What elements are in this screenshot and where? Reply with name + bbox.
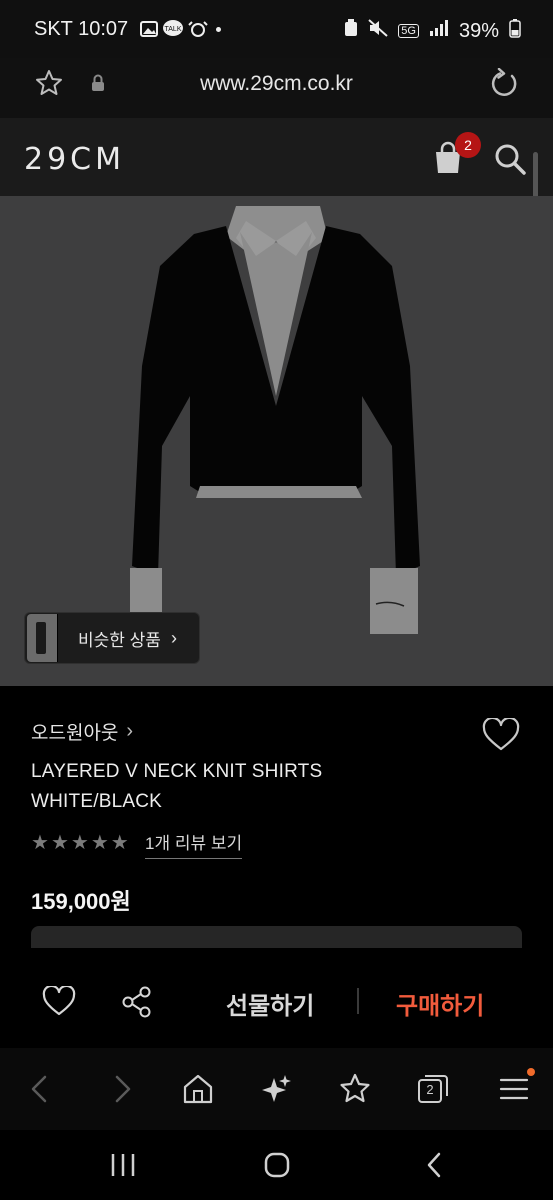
gift-button[interactable]: 선물하기 (226, 986, 314, 1021)
home-icon[interactable] (181, 1072, 215, 1106)
star-icon: ★ (50, 832, 69, 854)
svg-text:TALK: TALK (165, 26, 182, 33)
product-price: 159,000원 (31, 889, 131, 914)
tabs-count: 2 (426, 1082, 434, 1097)
similar-thumbnail (27, 614, 58, 662)
battery-icon (509, 18, 521, 44)
back-icon[interactable] (24, 1072, 58, 1106)
product-title: LAYERED V NECK KNIT SHIRTS WHITE/BLACK (31, 757, 322, 817)
status-bar: SKT 10:07 TALK 5G 39% (0, 0, 553, 58)
forward-icon[interactable] (104, 1072, 138, 1106)
browser-toolbar: 2 (0, 1048, 553, 1130)
battery-saver-icon (344, 19, 358, 43)
battery-percent: 39% (458, 19, 499, 42)
buy-button[interactable]: 구매하기 (396, 986, 484, 1021)
chevron-right-icon: › (170, 627, 177, 648)
bookmarks-star-icon[interactable] (338, 1072, 372, 1106)
network-5g-icon: 5G (398, 24, 419, 38)
cart-count-badge: 2 (455, 132, 481, 158)
signal-icon (429, 19, 449, 43)
brand-name: 오드원아웃 (31, 723, 119, 744)
more-notifications-dot-icon (216, 27, 221, 32)
option-panel-edge (31, 926, 522, 948)
star-icon: ★ (90, 832, 109, 854)
star-icon: ★ (31, 832, 49, 854)
site-header: 29CM 2 (0, 118, 553, 280)
system-navigation-bar (0, 1130, 553, 1200)
brand-link[interactable]: 오드원아웃 › (31, 718, 133, 745)
heart-icon[interactable] (482, 716, 520, 757)
product-image[interactable]: 비슷한 상품 › (0, 196, 553, 686)
review-link[interactable]: 1개 리뷰 보기 (145, 829, 243, 859)
brand-chevron-icon: › (126, 720, 134, 742)
recent-apps-icon[interactable] (108, 1150, 138, 1185)
system-home-icon[interactable] (262, 1150, 292, 1185)
wishlist-heart-icon[interactable] (42, 984, 76, 1021)
sparkle-icon[interactable] (260, 1072, 294, 1106)
star-icon: ★ (110, 832, 129, 854)
browser-url-bar: www.29cm.co.kr (0, 58, 553, 118)
menu-icon[interactable] (497, 1072, 531, 1106)
mute-icon (368, 19, 388, 43)
talk-notification-icon: TALK (162, 19, 184, 44)
url-field[interactable]: www.29cm.co.kr (0, 72, 553, 96)
star-icon: ★ (70, 832, 89, 854)
gallery-notification-icon (140, 20, 158, 43)
tabs-icon[interactable]: 2 (416, 1072, 450, 1106)
similar-products-label: 비슷한 상품 (78, 630, 161, 650)
reload-icon[interactable] (488, 67, 520, 105)
product-title-line1: LAYERED V NECK KNIT SHIRTS (31, 761, 323, 782)
similar-products-button[interactable]: 비슷한 상품 › (24, 612, 200, 664)
status-time: SKT 10:07 (34, 18, 129, 40)
search-icon[interactable] (493, 142, 527, 181)
action-divider (357, 988, 359, 1014)
menu-notification-dot (527, 1068, 535, 1076)
rating-stars: ★ ★ ★ ★ ★ (31, 830, 129, 855)
share-icon[interactable] (121, 986, 153, 1023)
system-back-icon[interactable] (420, 1150, 450, 1185)
alarm-notification-icon (188, 19, 208, 44)
purchase-action-bar: 선물하기 구매하기 (0, 948, 553, 1048)
site-logo[interactable]: 29CM (24, 142, 125, 177)
product-title-line2: WHITE/BLACK (31, 791, 162, 812)
